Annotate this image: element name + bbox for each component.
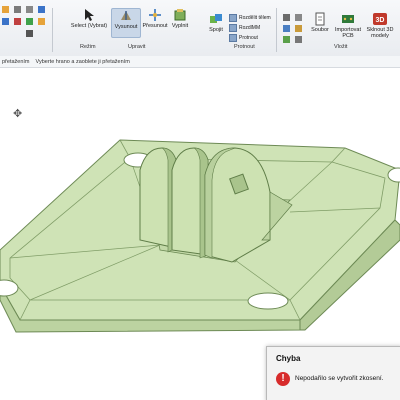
toolbar-icon[interactable] [26,18,33,25]
error-message: Nepodařilo se vytvořit zkosení. [295,375,384,382]
group-label-edit: Upravit [128,44,146,50]
group-label-mode: Režim [80,44,96,50]
error-title: Chyba [276,354,301,363]
mount-fin-2[interactable] [171,147,209,259]
ribbon-separator [52,8,53,52]
toolbar-icon[interactable] [26,6,33,13]
pcb-icon [342,15,354,23]
3d-models-button[interactable]: 3D Sklnout 3D modely [364,12,396,40]
error-icon: ! [276,372,290,386]
select-button[interactable]: Select (Vybrat) [70,8,108,30]
toolbar-icon[interactable] [38,18,45,25]
screw-hole[interactable] [247,292,289,310]
hint-text-part2: Vyberte hrano a zaoblete ji přetažením [35,58,130,65]
toolbar-icon[interactable] [2,18,9,25]
file-button[interactable]: Soubor [309,12,331,34]
group-label-intersect: Protnout [234,44,255,50]
toolbar-icon[interactable] [2,6,9,13]
3d-models-icon: 3D [373,13,387,25]
group-label-insert: Vložit [334,44,348,50]
combine-label: Spojit [209,27,223,33]
select-icon [85,9,94,21]
move-label: Přesunout [142,23,168,29]
split-mm-item[interactable]: RozdlMM [229,24,260,32]
select-label: Select (Vybrat) [70,23,108,29]
combine-button[interactable]: Spojit [205,12,227,34]
extrude-button[interactable]: Vysunout [111,8,141,38]
error-dialog[interactable]: Chyba ! Nepodařilo se vytvořit zkosení. [266,346,400,400]
hint-bar: přetažením Vyberte hrano a zaoblete ji p… [0,56,400,68]
import-pcb-label: Importovat PCB [335,27,361,39]
combine-icon [210,14,222,23]
screen: Select (Vybrat) Vysunout Přesunout Vypln… [0,0,400,400]
mount-fin-1[interactable] [139,147,177,253]
move-button[interactable]: Přesunout [141,8,169,30]
ribbon-toolbar: Select (Vybrat) Vysunout Přesunout Vypln… [0,0,400,57]
toolbar-icon[interactable] [283,36,290,43]
move-icon [149,9,161,21]
split-by-body-item[interactable]: Rozdělit tělem [229,14,271,22]
extrude-label: Vysunout [114,24,138,30]
fill-label: Vyplnit [171,23,189,29]
3d-models-label: Sklnout 3D modely [366,27,394,39]
extrude-icon [121,11,131,20]
toolbar-icon[interactable] [283,14,290,21]
import-pcb-button[interactable]: Importovat PCB [334,12,362,40]
svg-text:3D: 3D [376,17,385,24]
toolbar-icon[interactable] [295,14,302,21]
hint-text-part1: přetažením [2,58,30,65]
file-label: Soubor [311,27,329,33]
mount-fin-3[interactable] [204,147,271,263]
ribbon-separator [276,8,277,52]
toolbar-icon[interactable] [38,6,45,13]
intersect-item[interactable]: Protnout [229,34,258,42]
toolbar-icon[interactable] [14,18,21,25]
toolbar-icon[interactable] [295,36,302,43]
toolbar-icon[interactable] [26,30,33,37]
fill-icon [174,9,186,21]
file-icon [315,12,325,26]
toolbar-icon[interactable] [295,25,302,32]
toolbar-icon[interactable] [14,6,21,13]
fill-button[interactable]: Vyplnit [168,8,192,30]
toolbar-icon[interactable] [283,25,290,32]
